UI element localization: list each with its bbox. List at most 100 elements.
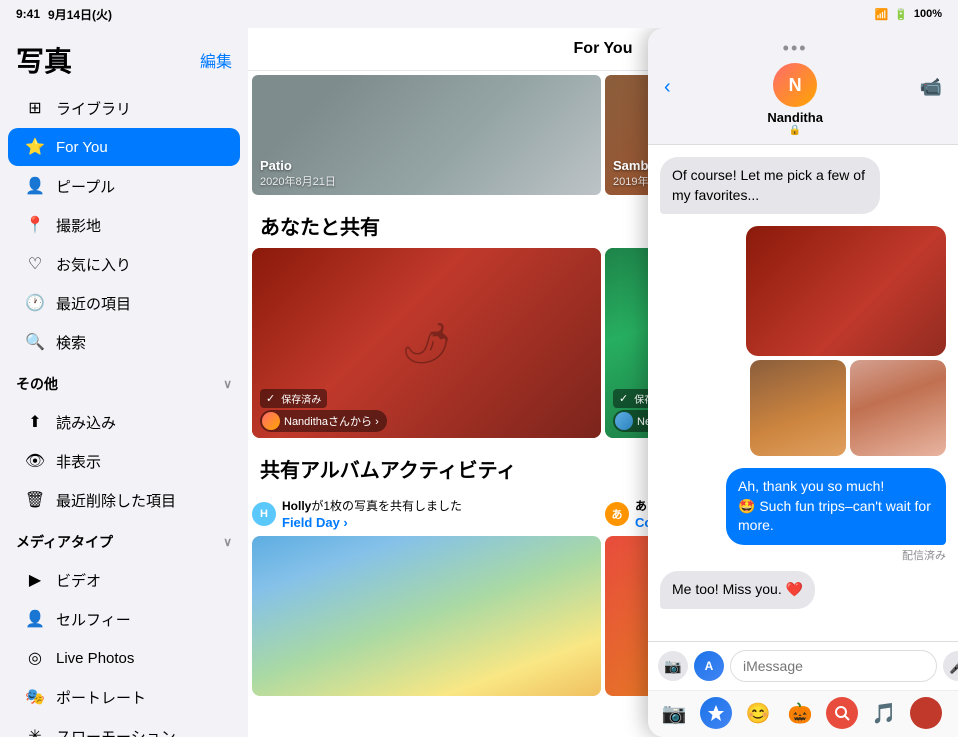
sidebar-item-favorites[interactable]: ♡ お気に入り: [8, 245, 240, 283]
sidebar-item-live[interactable]: ◎ Live Photos: [8, 639, 240, 677]
msg-photo-person[interactable]: [750, 360, 846, 456]
checkmark-icon: ✓: [266, 392, 275, 405]
status-time: 9:41: [16, 7, 40, 21]
live-icon: ◎: [24, 647, 46, 669]
sidebar-item-for-you[interactable]: ⭐ For You: [8, 128, 240, 166]
top-photo-patio[interactable]: Patio 2020年8月21日: [252, 75, 601, 195]
video-call-button[interactable]: 📹: [916, 73, 946, 102]
msg-photo-chili[interactable]: [746, 226, 946, 356]
messages-more-icon[interactable]: •••: [783, 38, 808, 59]
main-title: For You: [574, 40, 633, 58]
library-icon: ⊞: [24, 97, 46, 119]
sidebar-item-places-label: 撮影地: [56, 215, 101, 236]
recent-icon: 🕐: [24, 292, 46, 314]
sidebar-other-section: ⬆ 読み込み 👁 非表示 🗑 最近削除した項目: [0, 402, 248, 520]
emoji-appstore[interactable]: [700, 697, 732, 729]
app-title: 写真: [16, 40, 72, 80]
holly-avatar: H: [252, 502, 276, 526]
sidebar-item-portrait-label: ポートレート: [56, 687, 146, 708]
top-photo-patio-date: 2020年8月21日: [260, 173, 336, 189]
shared-from-nanditha[interactable]: Nandithaさんから ›: [260, 410, 387, 432]
activity-holly-text: Hollyが1枚の写真を共有しました Field Day ›: [282, 499, 462, 530]
sidebar-item-slowmo[interactable]: ✳ スローモーション: [8, 717, 240, 737]
sidebar: 写真 編集 ⊞ ライブラリ ⭐ For You 👤 ピープル 📍 撮影地 ♡: [0, 28, 248, 737]
status-bar: 9:41 9月14日(火) 📶 🔋 100%: [0, 0, 958, 28]
media-chevron-icon[interactable]: ∨: [223, 535, 232, 549]
emoji-search[interactable]: [826, 697, 858, 729]
sidebar-item-portrait[interactable]: 🎭 ポートレート: [8, 678, 240, 716]
sidebar-item-places[interactable]: 📍 撮影地: [8, 206, 240, 244]
shared-photo-nanditha[interactable]: 🌶 ✓ 保存済み Nandithaさんから ›: [252, 248, 601, 438]
battery-icon: 🔋: [894, 8, 908, 21]
activity-holly-action: Hollyが1枚の写真を共有しました: [282, 499, 462, 515]
appstore-button[interactable]: A: [694, 651, 724, 681]
sidebar-item-selfie-label: セルフィー: [56, 609, 131, 630]
sidebar-item-search[interactable]: 🔍 検索: [8, 323, 240, 361]
nanditha-avatar: [262, 412, 280, 430]
messages-header-center: ••• N Nanditha 🔒: [675, 38, 916, 136]
sidebar-item-hidden[interactable]: 👁 非表示: [8, 442, 240, 480]
places-icon: 📍: [24, 214, 46, 236]
slowmo-icon: ✳: [24, 725, 46, 737]
colors-avatar: あ: [605, 502, 629, 526]
messages-back-button[interactable]: ‹: [660, 72, 675, 103]
activity-holly-album[interactable]: Field Day ›: [282, 515, 462, 530]
status-date: 9月14日(火): [48, 6, 112, 23]
battery-level: 100%: [914, 8, 942, 20]
video-icon: ▶: [24, 569, 46, 591]
sidebar-item-import[interactable]: ⬆ 読み込み: [8, 403, 240, 441]
messages-input-bar: 📷 A 🎤: [648, 641, 958, 690]
saved-badge-nanditha: ✓ 保存済み: [260, 389, 327, 408]
messages-header: ‹ ••• N Nanditha 🔒 📹: [648, 28, 958, 145]
deleted-icon: 🗑: [24, 489, 46, 511]
messages-chat: Of course! Let me pick a few of my favor…: [648, 145, 958, 641]
sidebar-item-recent[interactable]: 🕐 最近の項目: [8, 284, 240, 322]
other-chevron-icon[interactable]: ∨: [223, 377, 232, 391]
msg-photo-train[interactable]: [850, 360, 946, 456]
sidebar-item-import-label: 読み込み: [56, 412, 116, 433]
sidebar-item-for-you-label: For You: [56, 139, 108, 156]
contact-sub: 🔒: [789, 125, 801, 136]
emoji-music[interactable]: 🎵: [868, 697, 900, 729]
people-icon: 👤: [24, 175, 46, 197]
activity-item-holly: H Hollyが1枚の写真を共有しました Field Day ›: [252, 495, 601, 696]
emoji-pumpkin[interactable]: 🎃: [784, 697, 816, 729]
emoji-camera[interactable]: 📷: [658, 697, 690, 729]
media-section-header: メディアタイプ ∨: [0, 520, 248, 556]
sidebar-item-video[interactable]: ▶ ビデオ: [8, 561, 240, 599]
messages-avatar-container: N: [773, 63, 817, 107]
contact-name[interactable]: Nanditha: [767, 110, 823, 125]
bubble-them-1: Of course! Let me pick a few of my favor…: [660, 157, 880, 214]
import-icon: ⬆: [24, 411, 46, 433]
sidebar-header: 写真 編集: [0, 28, 248, 84]
saved-label-nanditha: 保存済み: [281, 391, 321, 406]
emoji-red-circle[interactable]: [910, 697, 942, 729]
sidebar-item-search-label: 検索: [56, 332, 86, 353]
wifi-icon: 📶: [874, 8, 888, 21]
bubble-them-2: Me too! Miss you. ❤️: [660, 571, 815, 609]
status-bar-right: 📶 🔋 100%: [874, 8, 942, 21]
sidebar-item-people[interactable]: 👤 ピープル: [8, 167, 240, 205]
sidebar-item-selfie[interactable]: 👤 セルフィー: [8, 600, 240, 638]
activity-holly-header: H Hollyが1枚の写真を共有しました Field Day ›: [252, 495, 601, 536]
neil-avatar: [615, 412, 633, 430]
activity-holly-photo[interactable]: [252, 536, 601, 696]
mic-button[interactable]: 🎤: [943, 651, 958, 681]
media-section-title: メディアタイプ: [16, 532, 113, 552]
sidebar-item-deleted-label: 最近削除した項目: [56, 490, 176, 511]
edit-button[interactable]: 編集: [200, 48, 232, 72]
top-photo-patio-label: Patio 2020年8月21日: [260, 158, 336, 189]
delivered-label: 配信済み: [902, 547, 946, 563]
msg-photos-them: [660, 226, 946, 456]
contact-avatar[interactable]: N: [773, 63, 817, 107]
sidebar-item-slowmo-label: スローモーション: [56, 726, 176, 737]
message-input[interactable]: [730, 650, 937, 682]
bubble-wrap-them-2: Me too! Miss you. ❤️: [660, 571, 946, 609]
camera-button[interactable]: 📷: [658, 651, 688, 681]
sidebar-item-deleted[interactable]: 🗑 最近削除した項目: [8, 481, 240, 519]
selfie-icon: 👤: [24, 608, 46, 630]
emoji-face[interactable]: 😊: [742, 697, 774, 729]
sidebar-item-video-label: ビデオ: [56, 570, 101, 591]
sidebar-item-library[interactable]: ⊞ ライブラリ: [8, 89, 240, 127]
emoji-bar: 📷 😊 🎃 🎵: [648, 690, 958, 737]
